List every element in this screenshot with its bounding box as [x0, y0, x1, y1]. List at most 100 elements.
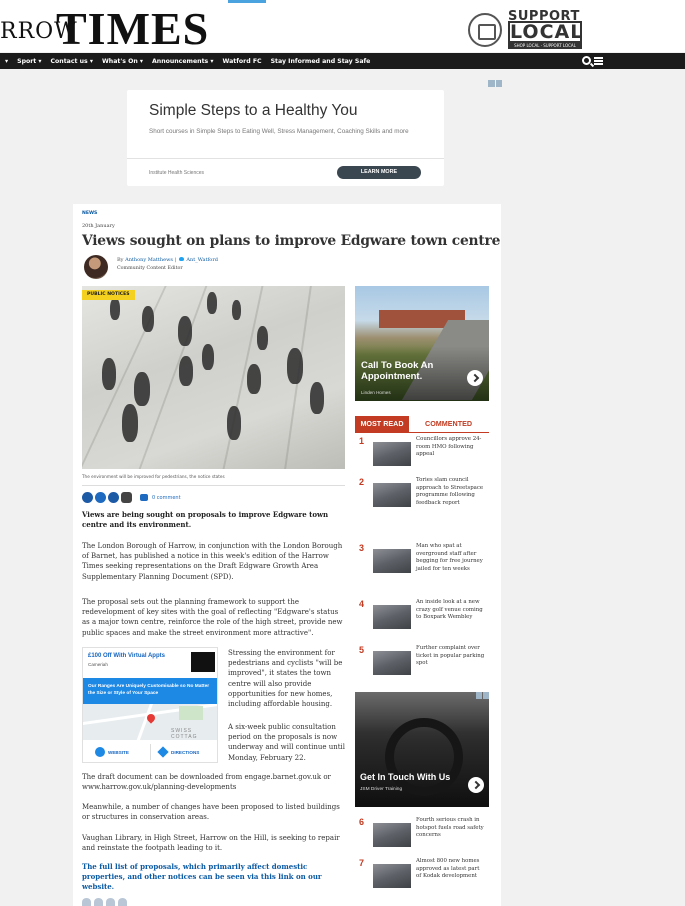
author-role: Community Content Editor [117, 266, 183, 271]
sidebar-advert-jsm[interactable]: Get In Touch With Us JSM Driver Training [355, 692, 489, 807]
article-date: 20th January [82, 223, 115, 229]
directions-button[interactable]: DIRECTIONS [157, 745, 199, 759]
rank-number: 4 [359, 599, 365, 609]
nav-item-sport[interactable]: Sport ▾ [17, 58, 41, 65]
public-notices-badge[interactable]: PUBLIC NOTICES [82, 290, 135, 300]
story-headline[interactable]: Almost 800 new homes approved as latest … [416, 858, 486, 881]
map-ad-title[interactable]: £100 Off With Virtual Appts [88, 653, 165, 659]
globe-icon [95, 747, 105, 757]
byline: By Anthony Matthews | Ant_Watford [117, 257, 218, 263]
directions-icon [157, 746, 169, 758]
linkedin-icon[interactable] [108, 492, 119, 503]
tab-most-read[interactable]: MOST READ [355, 416, 409, 432]
shop-icon [468, 13, 502, 47]
most-read-item[interactable]: 7 Almost 800 new homes approved as lates… [355, 858, 489, 900]
nav-item-announcements[interactable]: Announcements ▾ [152, 58, 213, 65]
sidebar-advert-linden[interactable]: Call To Book An Appointment. Linden Home… [355, 286, 489, 401]
ad-divider [127, 158, 444, 159]
most-read-tabs: MOST READ COMMENTED [355, 416, 489, 433]
nav-item-contact[interactable]: Contact us ▾ [51, 58, 93, 65]
rank-number: 2 [359, 477, 365, 487]
twitter-icon [178, 257, 184, 261]
ad-title[interactable]: Simple Steps to a Healthy You [149, 102, 358, 120]
tab-commented[interactable]: COMMENTED [425, 416, 472, 432]
nav-item-stay-informed[interactable]: Stay Informed and Stay Safe [271, 58, 371, 65]
article-paragraph: The draft document can be downloaded fro… [82, 773, 331, 792]
search-icon[interactable] [582, 56, 591, 65]
story-headline[interactable]: Man who spat at overground staff after b… [416, 543, 486, 573]
rank-number: 1 [359, 436, 365, 446]
site-logo[interactable]: TIMES [56, 2, 209, 55]
story-thumbnail[interactable] [373, 442, 411, 466]
author-twitter-link[interactable]: Ant_Watford [186, 257, 218, 263]
inline-map-advert[interactable]: £100 Off With Virtual Appts Cameriah Our… [82, 647, 218, 763]
support-local-line3: SHOP LOCAL · SUPPORT LOCAL [508, 43, 582, 49]
rank-number: 5 [359, 645, 365, 655]
article-paragraph: Vaughan Library, in High Street, Harrow … [82, 834, 340, 853]
byline-prefix: By [117, 257, 124, 263]
article-standfirst: Views are being sought on proposals to i… [82, 510, 329, 530]
story-headline[interactable]: An inside look at a new crazy golf venue… [416, 599, 486, 622]
story-thumbnail[interactable] [373, 864, 411, 888]
twitter-share-icon[interactable] [95, 492, 106, 503]
nav-item-watford-fc[interactable]: Watford FC [223, 58, 262, 65]
support-local-line2: LOCAL [508, 21, 584, 43]
sidebar-ad-title[interactable]: Call To Book An Appointment. [361, 360, 461, 382]
story-headline[interactable]: Tories slam council approach to Streetsp… [416, 477, 486, 507]
image-caption: The environment will be improved for ped… [82, 474, 225, 479]
learn-more-button[interactable]: LEARN MORE [337, 166, 421, 179]
rank-number: 3 [359, 543, 365, 553]
article-hero-image[interactable]: PUBLIC NOTICES [82, 286, 345, 469]
story-thumbnail[interactable] [373, 549, 411, 573]
author-avatar [84, 255, 108, 279]
chevron-right-icon[interactable] [467, 370, 483, 386]
ad-description: Short courses in Simple Steps to Eating … [149, 128, 409, 135]
most-read-item[interactable]: 2 Tories slam council approach to Street… [355, 477, 489, 519]
sidebar-ad-source: Linden Homes [361, 390, 391, 395]
adchoices-icon[interactable] [476, 692, 489, 699]
caption-divider [82, 485, 345, 486]
notices-link-paragraph[interactable]: The full list of proposals, which primar… [82, 862, 344, 893]
share-icon[interactable] [106, 898, 115, 906]
most-read-item[interactable]: 1 Councillors approve 24-room HMO follow… [355, 436, 489, 478]
most-read-item[interactable]: 6 Fourth serious crash in hotspot fuels … [355, 817, 489, 859]
hamburger-menu-icon[interactable] [594, 56, 603, 66]
nav-item-whats-on[interactable]: What's On ▾ [102, 58, 143, 65]
most-read-item[interactable]: 5 Further complaint over ticket in popul… [355, 645, 489, 687]
support-local-logo[interactable]: SUPPORT LOCAL SHOP LOCAL · SUPPORT LOCAL [468, 9, 588, 49]
story-headline[interactable]: Councillors approve 24-room HMO followin… [416, 436, 486, 459]
chevron-right-icon[interactable] [468, 777, 484, 793]
top-strip-accent [228, 0, 266, 3]
map-ad-message[interactable]: Our Ranges Are Uniquely Customisable so … [83, 678, 217, 704]
sidebar-ad-title[interactable]: Get In Touch With Us [360, 772, 450, 782]
most-read-item[interactable]: 3 Man who spat at overground staff after… [355, 543, 489, 585]
share-icon[interactable] [94, 898, 103, 906]
story-thumbnail[interactable] [373, 483, 411, 507]
facebook-icon[interactable] [82, 492, 93, 503]
article-kicker[interactable]: NEWS [82, 211, 97, 216]
article-headline: Views sought on plans to improve Edgware… [82, 233, 501, 249]
ad-source: Institute Health Sciences [149, 170, 205, 176]
article-paragraph: Stressing the environment for pedestrian… [228, 649, 343, 709]
comment-icon[interactable] [140, 494, 148, 501]
email-icon[interactable] [121, 492, 132, 503]
story-thumbnail[interactable] [373, 605, 411, 629]
story-headline[interactable]: Further complaint over ticket in popular… [416, 645, 486, 668]
masthead: RROW TIMES SUPPORT LOCAL SHOP LOCAL · SU… [0, 0, 685, 55]
story-thumbnail[interactable] [373, 651, 411, 675]
story-thumbnail[interactable] [373, 823, 411, 847]
article-paragraph: The London Borough of Harrow, in conjunc… [82, 542, 343, 581]
website-button[interactable]: WEBSITE [95, 745, 129, 759]
adchoices-icon[interactable] [488, 80, 502, 87]
top-advert[interactable]: Simple Steps to a Healthy You Short cour… [127, 90, 444, 186]
author-link[interactable]: Anthony Matthews [125, 257, 173, 263]
article-paragraph: Meanwhile, a number of changes have been… [82, 803, 340, 822]
share-icon[interactable] [118, 898, 127, 906]
nav-item-news[interactable]: ▾ [5, 58, 8, 65]
main-nav: ▾ Sport ▾ Contact us ▾ What's On ▾ Annou… [0, 53, 685, 69]
share-icon[interactable] [82, 898, 91, 906]
story-headline[interactable]: Fourth serious crash in hotspot fuels ro… [416, 817, 486, 840]
share-bar: 0 comment [82, 492, 181, 503]
most-read-item[interactable]: 4 An inside look at a new crazy golf ven… [355, 599, 489, 641]
comment-count[interactable]: 0 comment [152, 495, 181, 501]
